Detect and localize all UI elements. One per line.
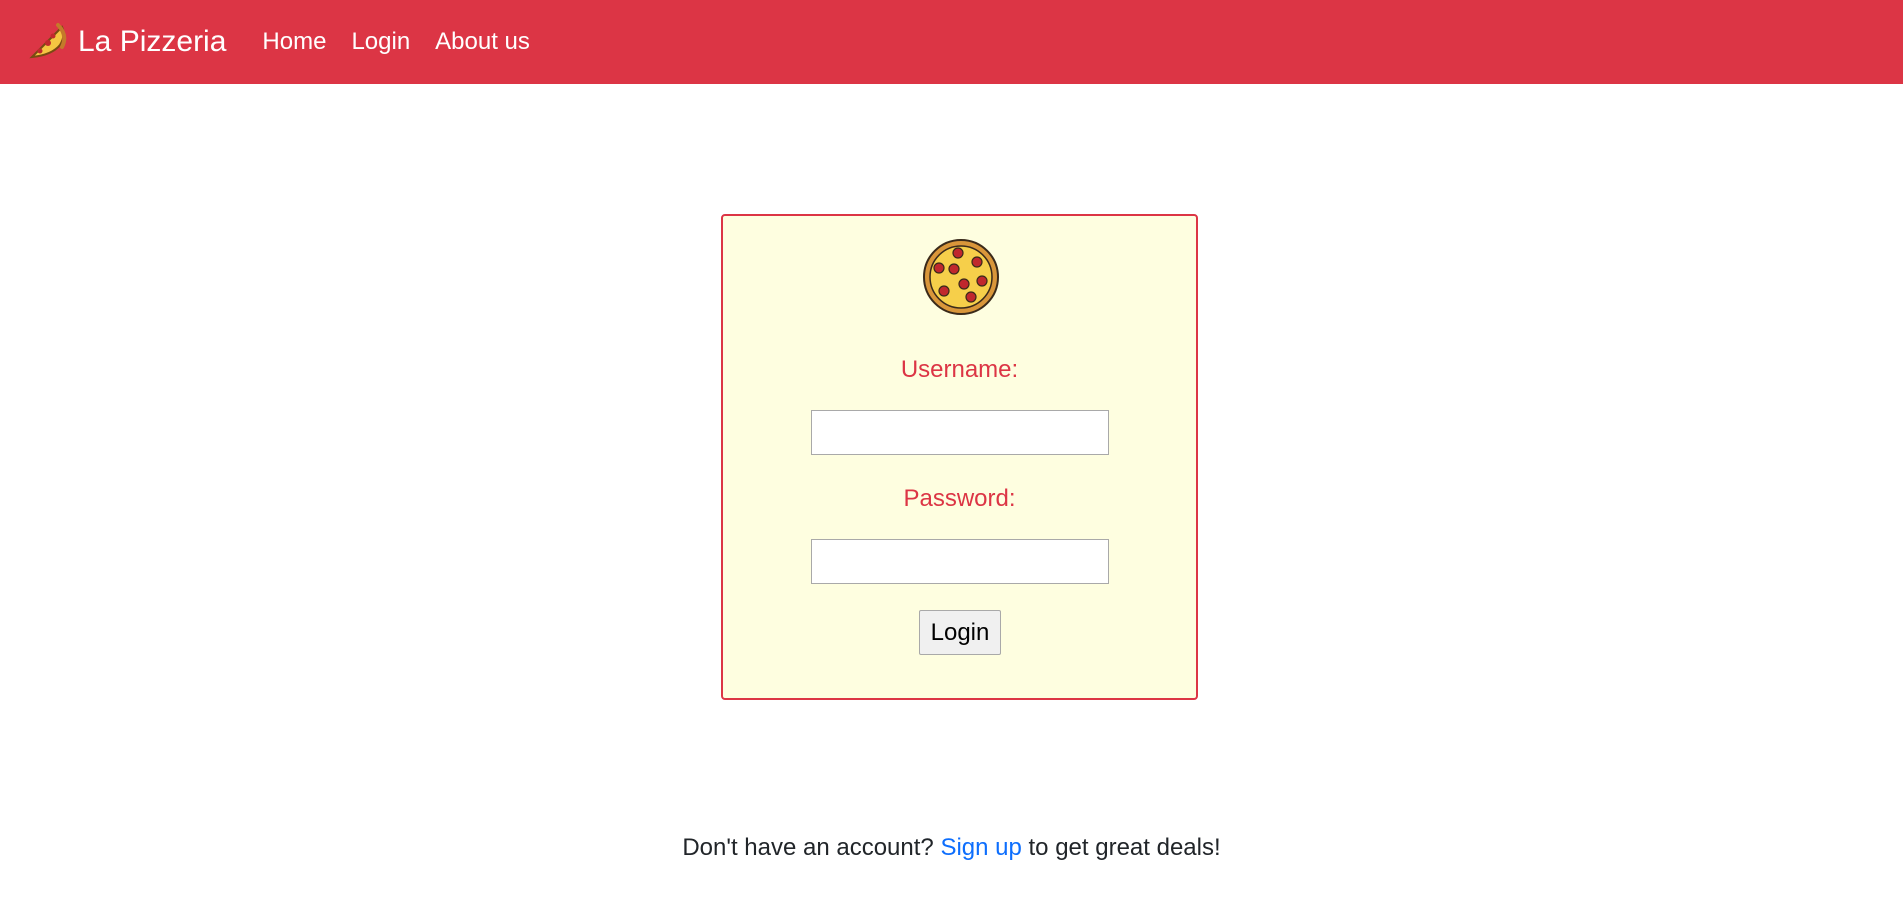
signup-prompt-before: Don't have an account? [682,834,941,861]
username-label: Username: [900,356,1019,383]
signup-prompt-after: to get great deals! [1021,834,1221,861]
brand-link[interactable]: La Pizzeria [26,21,226,63]
login-button[interactable]: Login [919,610,1001,655]
signup-link[interactable]: Sign up [940,834,1021,861]
password-input[interactable] [811,539,1109,584]
username-input[interactable] [811,410,1109,455]
login-form: Username: Password: Login [721,214,1198,700]
pizza-icon [923,239,999,315]
signup-prompt: Don't have an account? Sign up to get gr… [0,834,1903,862]
pizza-slice-icon [29,23,67,59]
brand-name: La Pizzeria [78,25,227,58]
nav-link-about-us[interactable]: About us [435,28,530,56]
navbar: La Pizzeria Home Login About us [0,0,1903,84]
password-label: Password: [903,485,1016,512]
nav-link-home[interactable]: Home [262,28,326,56]
nav-link-login[interactable]: Login [351,28,410,56]
